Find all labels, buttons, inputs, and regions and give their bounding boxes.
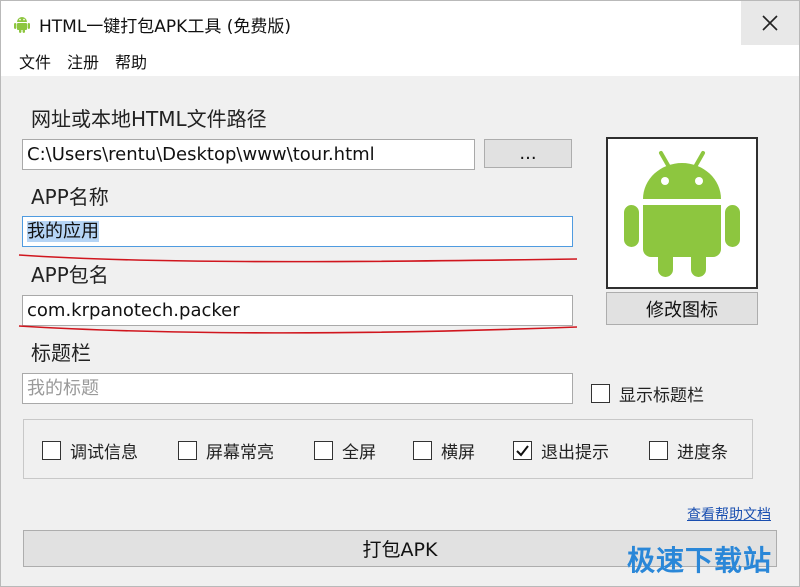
- close-button[interactable]: [741, 1, 799, 45]
- close-icon: [762, 15, 778, 31]
- title-bar: HTML一键打包APK工具 (免费版): [1, 1, 799, 45]
- option-keep-screen-on-checkbox[interactable]: 屏幕常亮: [178, 438, 274, 463]
- menu-bar: 文件 注册 帮助: [1, 45, 799, 77]
- option-fullscreen-checkbox[interactable]: 全屏: [314, 438, 376, 463]
- titlebar-input[interactable]: 我的标题: [22, 373, 573, 404]
- checkbox-box: [513, 441, 532, 460]
- help-docs-link[interactable]: 查看帮助文档: [687, 504, 771, 524]
- checkbox-box: [42, 441, 61, 460]
- checkbox-box: [178, 441, 197, 460]
- checkbox-box: [413, 441, 432, 460]
- checkbox-box: [649, 441, 668, 460]
- browse-button[interactable]: ...: [484, 139, 572, 168]
- menu-help[interactable]: 帮助: [107, 49, 155, 73]
- watermark-text: 极速下载站: [627, 544, 773, 577]
- app-window: HTML一键打包APK工具 (免费版) 文件 注册 帮助 网址或本地HTML文件…: [0, 0, 800, 587]
- checkbox-box: [314, 441, 333, 460]
- option-debug-checkbox[interactable]: 调试信息: [42, 438, 138, 463]
- app-name-value: 我的应用: [27, 221, 99, 242]
- option-landscape-checkbox[interactable]: 横屏: [413, 438, 475, 463]
- show-titlebar-checkbox[interactable]: 显示标题栏: [591, 381, 704, 406]
- window-title: HTML一键打包APK工具 (免费版): [39, 17, 292, 37]
- url-label: 网址或本地HTML文件路径: [31, 107, 267, 131]
- change-icon-button[interactable]: 修改图标: [606, 292, 758, 325]
- checkbox-box: [591, 384, 610, 403]
- option-exit-prompt-checkbox[interactable]: 退出提示: [513, 438, 609, 463]
- android-app-icon: [14, 17, 30, 33]
- app-name-input[interactable]: 我的应用: [22, 216, 573, 247]
- android-robot-icon: [624, 151, 740, 277]
- option-label: 退出提示: [541, 443, 609, 463]
- app-name-label: APP名称: [31, 185, 109, 209]
- red-underline-annotation: [18, 325, 578, 334]
- menu-file[interactable]: 文件: [11, 49, 59, 73]
- checkmark-icon: [516, 445, 529, 457]
- menu-register[interactable]: 注册: [59, 49, 107, 73]
- option-label: 调试信息: [70, 443, 138, 463]
- option-label: 屏幕常亮: [206, 443, 274, 463]
- package-label: APP包名: [31, 263, 109, 287]
- option-label: 全屏: [342, 443, 376, 463]
- option-label: 横屏: [441, 443, 475, 463]
- titlebar-label: 标题栏: [31, 341, 91, 365]
- url-input[interactable]: C:\Users\rentu\Desktop\www\tour.html: [22, 139, 475, 170]
- option-label: 进度条: [677, 443, 728, 463]
- app-icon-preview: [606, 137, 758, 289]
- show-titlebar-label: 显示标题栏: [619, 386, 704, 406]
- option-progress-bar-checkbox[interactable]: 进度条: [649, 438, 728, 463]
